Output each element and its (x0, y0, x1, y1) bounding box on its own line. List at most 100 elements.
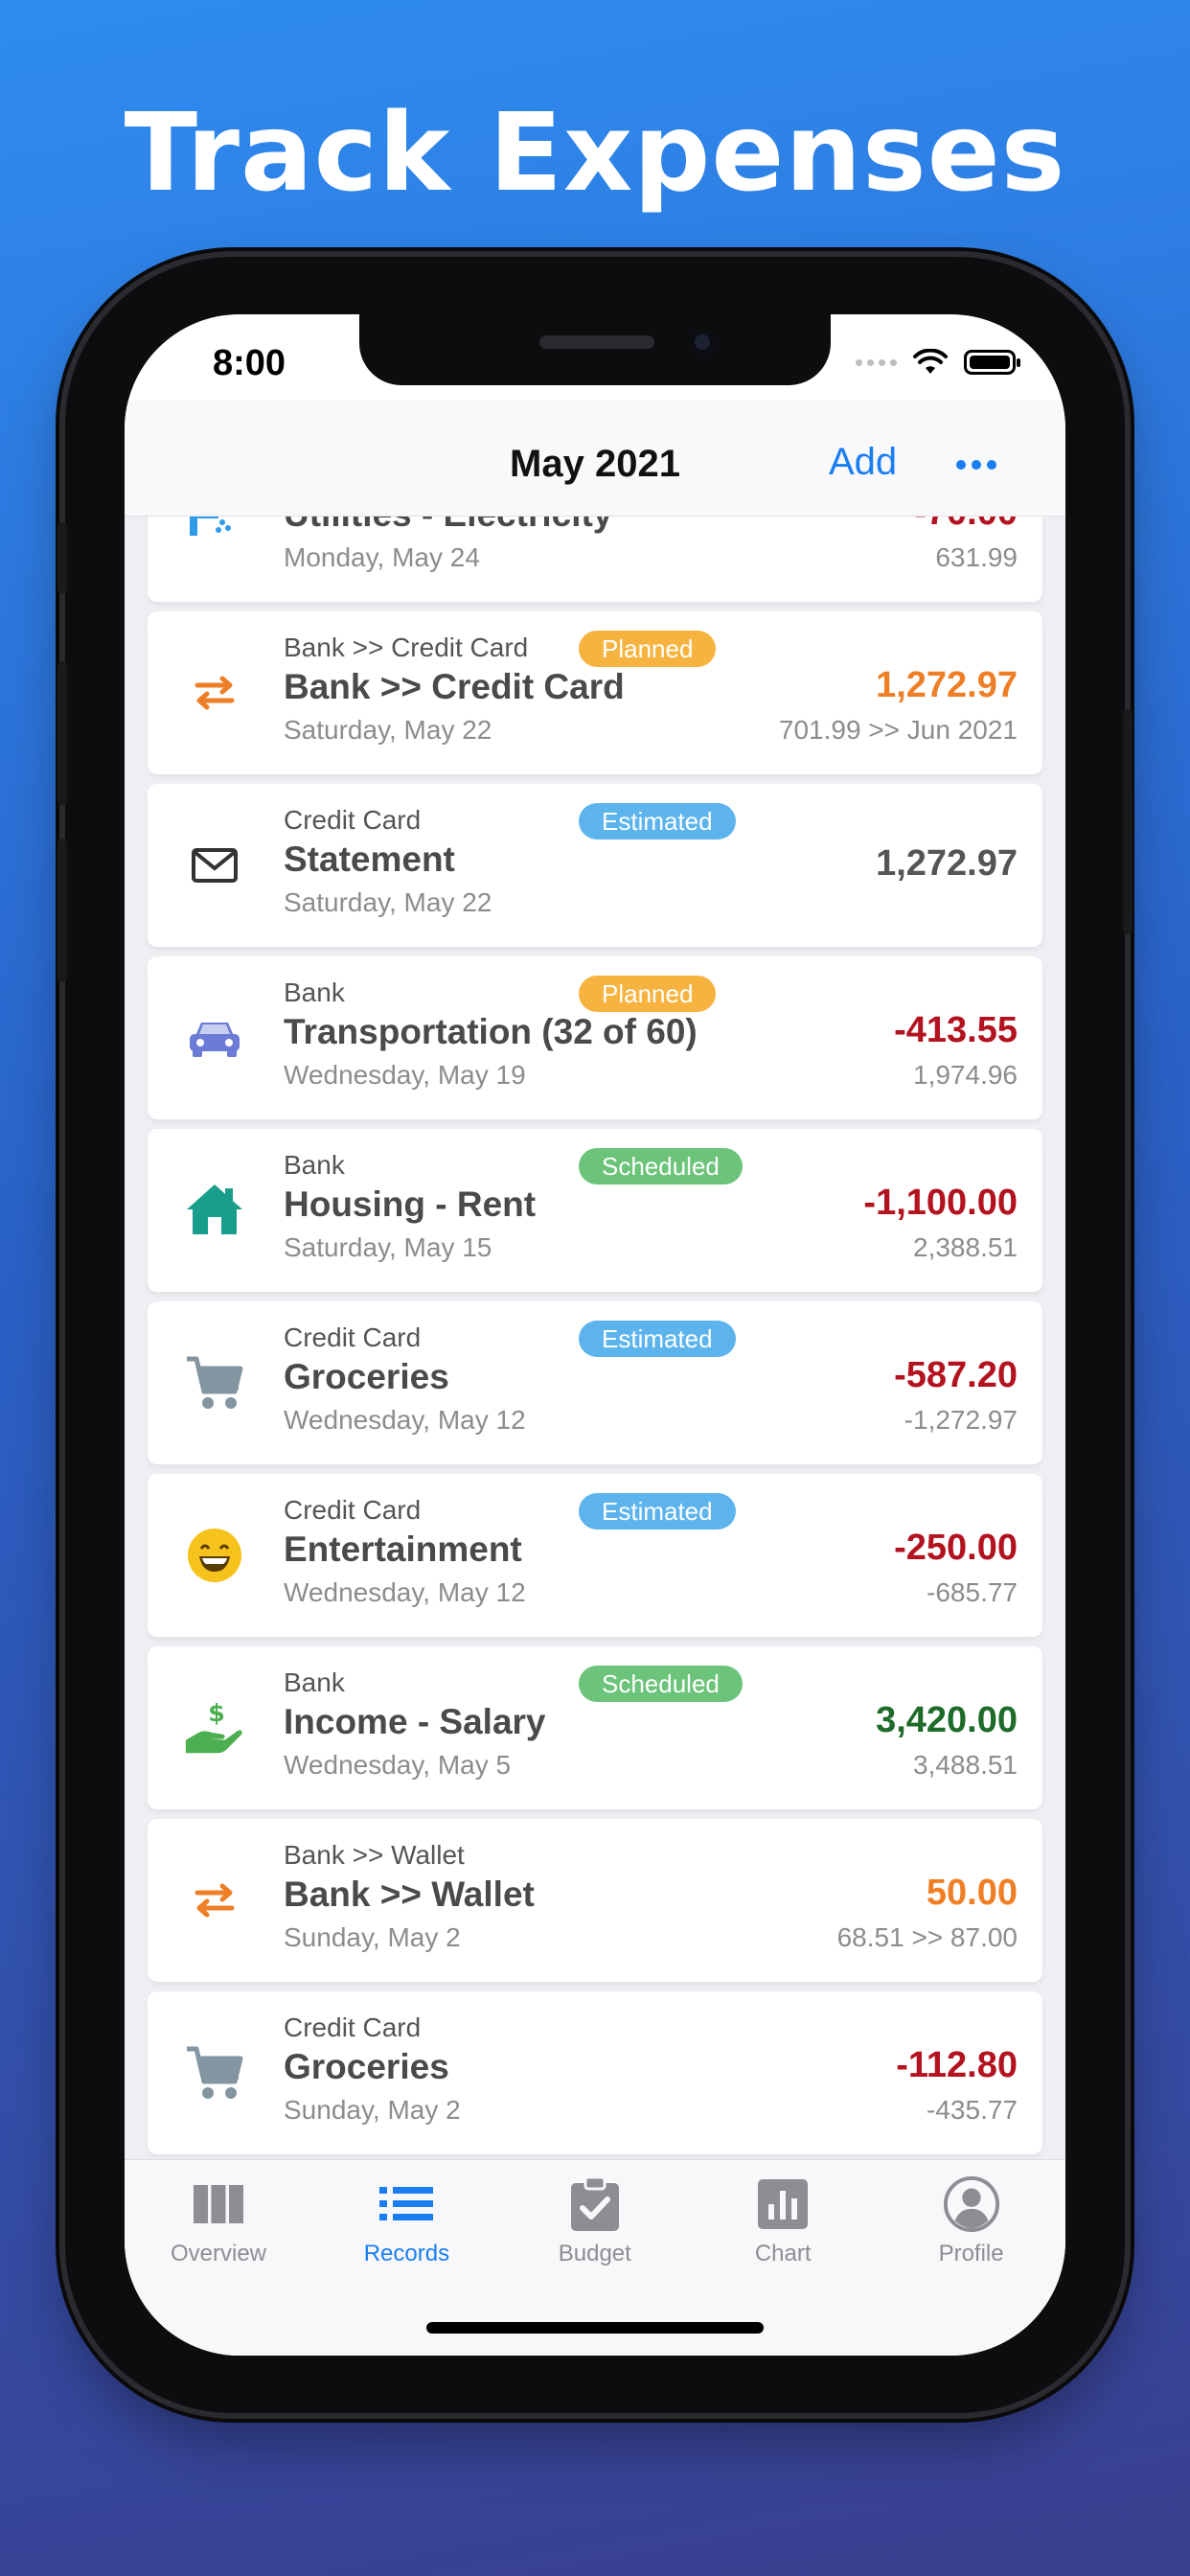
record-balance: -685.77 (927, 1577, 1018, 1607)
record-title: Income - Salary (284, 1702, 546, 1741)
record-card[interactable]: Bank >> Credit Card Bank >> Credit Card Sa… (148, 611, 1042, 774)
notch (359, 314, 831, 385)
record-title: Bank >> Wallet (284, 1874, 535, 1914)
record-amount: -1,100.00 (863, 1183, 1018, 1223)
tab-label: Chart (754, 2241, 812, 2266)
record-account: Credit Card (284, 2012, 422, 2042)
record-card[interactable]: Credit Card Groceries Wednesday, May 12 Est… (148, 1301, 1042, 1464)
status-icons (856, 349, 1020, 376)
headline: Track Expenses (124, 91, 1066, 216)
record-balance: -1,272.97 (904, 1405, 1018, 1435)
phone-screen: 8:00 May 2021 Add Utilities - Electricit… (125, 314, 1065, 2356)
records-list[interactable]: Utilities - Electricity Monday, May 24 -70… (125, 516, 1065, 2159)
tab-label: Records (363, 2241, 450, 2266)
record-account: Bank (284, 1150, 345, 1180)
tab-chart[interactable]: Chart (689, 2175, 877, 2267)
smiley-icon (182, 1523, 247, 1588)
record-title: Transportation (32 of 60) (284, 1012, 698, 1051)
record-amount: -250.00 (894, 1528, 1018, 1568)
record-title: Entertainment (284, 1530, 522, 1569)
record-date: Wednesday, May 19 (284, 1060, 526, 1090)
record-card[interactable]: Bank Transportation (32 of 60) Wednesday, … (148, 956, 1042, 1119)
record-card[interactable]: Credit Card Entertainment Wednesday, May 1… (148, 1474, 1042, 1637)
record-card[interactable]: Credit Card Groceries Sunday, May 2 -112.80… (148, 1991, 1042, 2154)
more-icon[interactable] (956, 460, 996, 470)
record-title: Bank >> Credit Card (284, 667, 625, 706)
front-camera (690, 330, 715, 355)
status-badge: Planned (579, 631, 717, 667)
cart-icon (182, 1350, 247, 1415)
status-badge: Planned (579, 976, 717, 1012)
columns-icon (190, 2175, 247, 2233)
svg-text:$: $ (208, 1699, 225, 1727)
record-date: Sunday, May 2 (284, 1922, 461, 1952)
cart-icon (182, 2040, 247, 2105)
record-account: Bank >> Credit Card (284, 632, 529, 662)
record-balance: 631.99 (935, 542, 1018, 572)
record-balance: 68.51 >> 87.00 (836, 1922, 1018, 1952)
volume-up-button (57, 661, 67, 805)
record-amount: -70.00 (914, 516, 1018, 534)
tab-records[interactable]: Records (312, 2175, 500, 2267)
record-card[interactable]: Bank >> Wallet Bank >> Wallet Sunday, May … (148, 1819, 1042, 1982)
record-card[interactable]: Bank Housing - Rent Saturday, May 15 Schedu… (148, 1129, 1042, 1292)
record-account: Bank (284, 1668, 345, 1697)
bar-chart-icon (754, 2175, 812, 2233)
tab-label: Budget (558, 2241, 631, 2266)
record-account: Bank >> Wallet (284, 1840, 465, 1870)
transfer-icon (182, 1868, 247, 1933)
record-amount: 50.00 (926, 1873, 1018, 1913)
add-button[interactable]: Add (829, 441, 897, 484)
record-date: Wednesday, May 5 (284, 1750, 512, 1780)
speaker (539, 335, 654, 349)
record-amount: 3,420.00 (876, 1700, 1018, 1740)
record-date: Saturday, May 22 (284, 887, 492, 917)
transfer-icon (182, 660, 247, 725)
record-card[interactable]: Credit Card Statement Saturday, May 22 Esti… (148, 784, 1042, 947)
record-date: Sunday, May 2 (284, 2095, 461, 2125)
home-indicator (426, 2322, 764, 2334)
record-amount: 1,272.97 (876, 665, 1018, 705)
status-time: 8:00 (213, 343, 286, 383)
record-title: Groceries (284, 1357, 449, 1396)
car-icon (182, 1005, 247, 1070)
status-badge: Estimated (579, 1493, 736, 1530)
record-title: Utilities - Electricity (284, 516, 612, 535)
status-badge: Estimated (579, 1321, 736, 1357)
volume-down-button (57, 839, 67, 982)
envelope-icon (182, 833, 247, 898)
record-card[interactable]: $ Bank Income - Salary Wednesday, May 5 Sche… (148, 1646, 1042, 1809)
user-circle-icon (943, 2175, 1000, 2233)
tab-label: Profile (938, 2241, 1004, 2266)
clipboard-check-icon (566, 2175, 624, 2233)
status-badge: Estimated (579, 803, 736, 840)
record-date: Wednesday, May 12 (284, 1577, 526, 1607)
record-card[interactable]: Utilities - Electricity Monday, May 24 -70… (148, 516, 1042, 602)
record-account: Credit Card (284, 1322, 422, 1352)
record-amount: -112.80 (896, 2045, 1018, 2085)
record-account: Bank (284, 978, 345, 1007)
record-date: Monday, May 24 (284, 542, 480, 572)
list-icon (378, 2175, 435, 2233)
record-balance: 701.99 >> Jun 2021 (778, 715, 1018, 745)
record-balance: -435.77 (927, 2095, 1018, 2125)
record-balance: 1,974.96 (913, 1060, 1018, 1090)
record-amount: -413.55 (894, 1010, 1018, 1050)
hand-dollar-icon: $ (182, 1695, 247, 1760)
record-title: Housing - Rent (284, 1184, 537, 1224)
record-title: Statement (284, 840, 455, 879)
tab-profile[interactable]: Profile (878, 2175, 1065, 2267)
mute-switch (57, 522, 67, 594)
status-badge: Scheduled (579, 1666, 743, 1702)
signal-icon (856, 358, 897, 366)
battery-icon (964, 350, 1020, 375)
tab-budget[interactable]: Budget (501, 2175, 689, 2267)
record-amount: 1,272.97 (876, 843, 1018, 884)
page-title[interactable]: May 2021 (125, 443, 1065, 486)
house-icon (182, 1178, 247, 1243)
record-title: Groceries (284, 2047, 449, 2086)
record-account: Credit Card (284, 1495, 422, 1525)
tab-overview[interactable]: Overview (125, 2175, 312, 2267)
record-account: Credit Card (284, 805, 422, 835)
record-balance: 2,388.51 (913, 1232, 1018, 1262)
